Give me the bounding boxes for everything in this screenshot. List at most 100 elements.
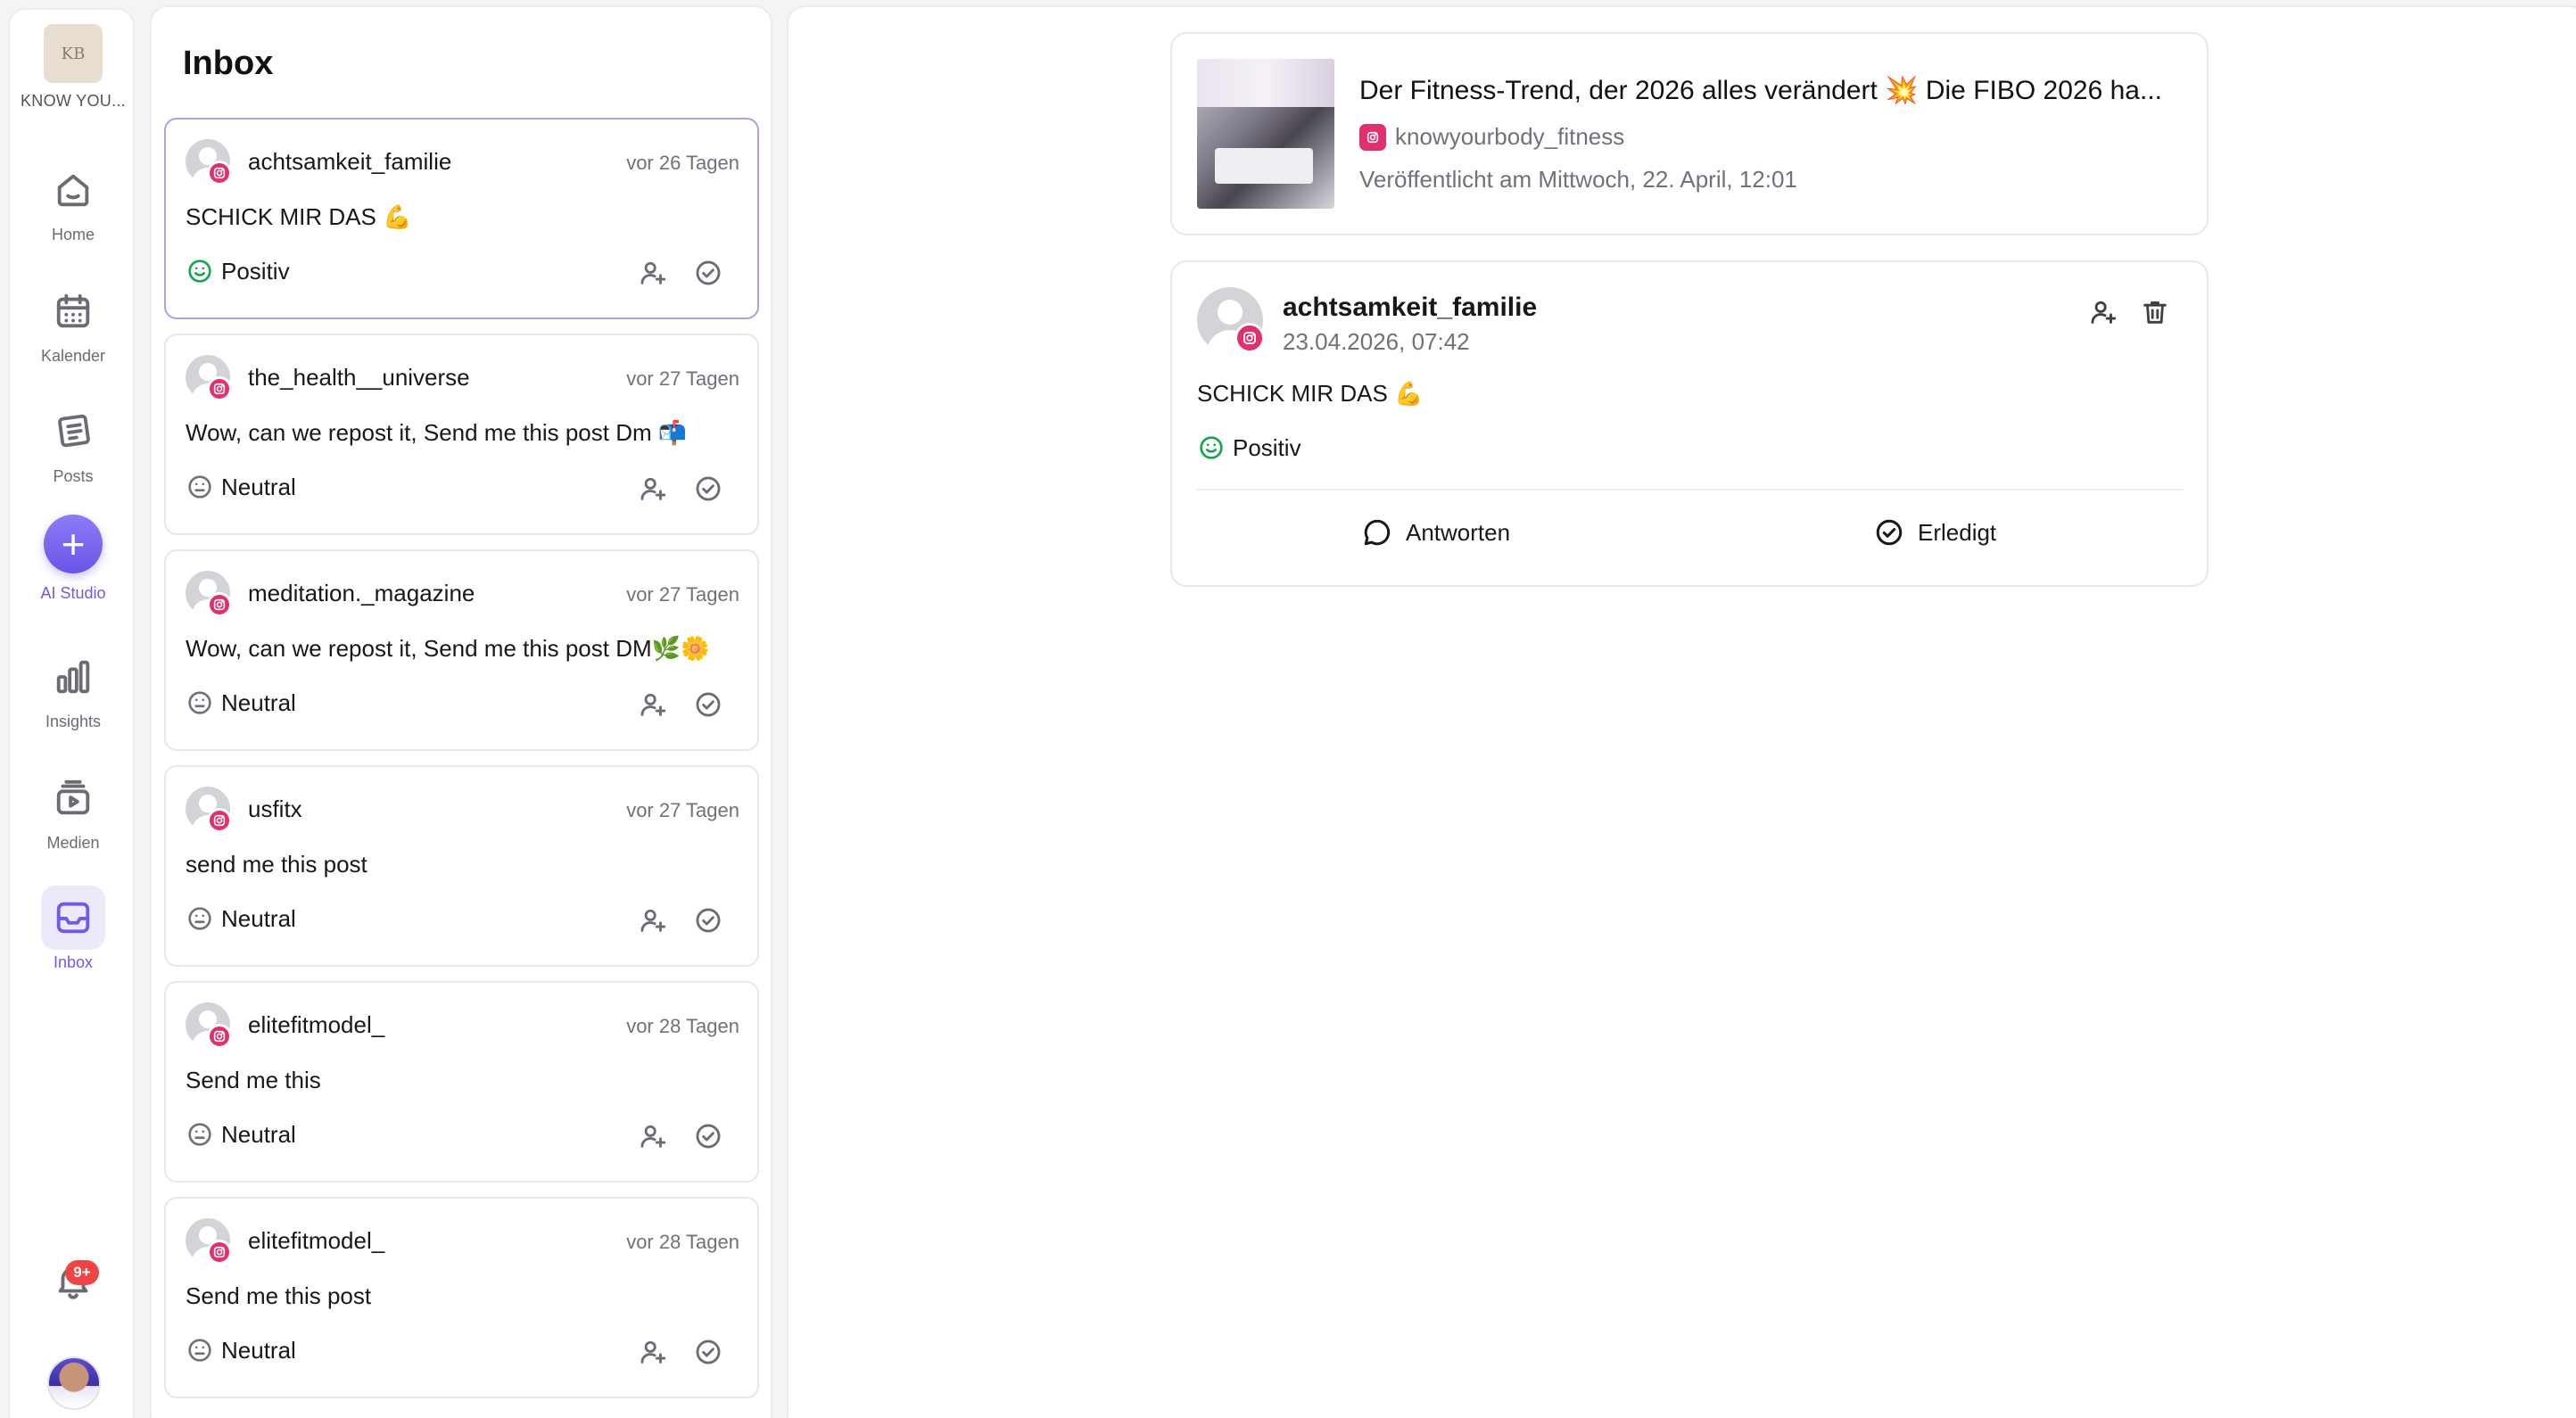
inbox-card-username: elitefitmodel_ [248, 1011, 385, 1038]
check-circle-icon [696, 260, 721, 285]
brand-name: KNOW YOU... [21, 92, 126, 110]
check-circle-icon [1876, 519, 1903, 546]
inbox-card[interactable]: elitefitmodel_ vor 28 Tagen Send me this Ne… [164, 981, 759, 1183]
inbox-card[interactable]: usfitx vor 27 Tagen send me this post Neutr… [164, 765, 759, 967]
post-author-name: knowyourbody_fitness [1395, 123, 1625, 150]
inbox-card[interactable]: elitefitmodel_ vor 28 Tagen Send me this p… [164, 1197, 759, 1398]
nav-item-posts[interactable]: Posts [10, 400, 136, 486]
inbox-panel: Inbox achtsamkeit_familie vor 26 Tagen SCH… [150, 5, 772, 1418]
divider [1197, 489, 2184, 491]
inbox-card-time: vor 26 Tagen [626, 152, 739, 174]
inbox-card-sentiment: Neutral [186, 904, 296, 933]
comment-sentiment: Positiv [1197, 433, 1301, 462]
sentiment-label: Neutral [221, 1120, 296, 1148]
nav-item-inbox[interactable]: Inbox [10, 886, 136, 972]
user-plus-icon [2091, 301, 2117, 324]
inbox-card[interactable]: achtsamkeit_familie vor 26 Tagen SCHICK MI… [164, 118, 759, 319]
user-plus-icon [640, 1125, 666, 1148]
notification-badge: 9+ [65, 1260, 99, 1285]
user-plus-icon [640, 1340, 666, 1364]
assign-user-button[interactable] [637, 1336, 669, 1368]
inbox-card-sentiment: Positiv [186, 257, 290, 285]
assign-user-button[interactable] [637, 688, 669, 721]
instagram-icon [207, 1024, 232, 1049]
nav-item-home[interactable]: Home [10, 158, 136, 244]
reply-button[interactable]: Antworten [1361, 503, 1510, 562]
trash-icon [2143, 301, 2167, 324]
nav-item-insights[interactable]: Insights [10, 645, 136, 731]
post-title: Der Fitness-Trend, der 2026 alles veränd… [1359, 76, 2162, 105]
instagram-icon [207, 808, 232, 833]
brand[interactable]: KB KNOW YOU... [10, 24, 136, 111]
sentiment-label: Neutral [221, 904, 296, 932]
inbox-card[interactable]: meditation._magazine vor 27 Tagen Wow, can… [164, 549, 759, 751]
post-preview-card[interactable]: Der Fitness-Trend, der 2026 alles veränd… [1170, 32, 2209, 235]
chat-bubble-icon [1364, 519, 1391, 546]
inbox-title: Inbox [183, 45, 274, 82]
mark-done-button[interactable] [692, 904, 724, 936]
notifications-button[interactable]: 9+ [10, 1260, 136, 1306]
mark-done-button[interactable] [692, 473, 724, 505]
inbox-card-time: vor 27 Tagen [626, 583, 739, 606]
nav-label-media: Medien [46, 834, 100, 852]
assign-user-button[interactable] [637, 904, 669, 936]
inbox-card-username: the_health__universe [248, 364, 470, 391]
inbox-card-message: Send me this [186, 1067, 321, 1093]
user-plus-icon [640, 261, 666, 284]
smile-icon [1200, 436, 1223, 459]
mark-done-button[interactable] [692, 688, 724, 721]
brand-logo: KB [44, 24, 103, 83]
resolve-button[interactable]: Erledigt [1873, 503, 1996, 562]
app: KB KNOW YOU... Home Kalender Posts + AI … [0, 0, 2576, 1418]
inbox-card-message: Wow, can we repost it, Send me this post… [186, 419, 688, 446]
nav-item-ai-studio[interactable]: + AI Studio [10, 515, 136, 603]
user-avatar[interactable] [47, 1356, 101, 1410]
comment-timestamp: 23.04.2026, 07:42 [1283, 328, 1470, 355]
nav-item-media[interactable]: Medien [10, 766, 136, 853]
nav-rail: KB KNOW YOU... Home Kalender Posts + AI … [8, 8, 135, 1418]
nav-item-calendar[interactable]: Kalender [10, 279, 136, 366]
inbox-card-time: vor 28 Tagen [626, 1231, 739, 1253]
inbox-card-time: vor 27 Tagen [626, 367, 739, 390]
post-published-date: Veröffentlicht am Mittwoch, 22. April, 1… [1359, 166, 1797, 193]
mark-done-button[interactable] [692, 1120, 724, 1152]
inbox-card-time: vor 28 Tagen [626, 1015, 739, 1037]
instagram-icon [207, 592, 232, 617]
sentiment-label: Positiv [221, 257, 290, 284]
assign-user-button[interactable] [2085, 294, 2121, 330]
user-plus-icon [640, 909, 666, 932]
home-icon [41, 158, 105, 222]
inbox-card-time: vor 27 Tagen [626, 799, 739, 821]
reply-label: Antworten [1406, 518, 1511, 546]
nav-label-calendar: Kalender [40, 347, 106, 365]
inbox-card-message: Wow, can we repost it, Send me this post… [186, 635, 710, 662]
comment-sentiment-label: Positiv [1233, 433, 1301, 461]
comment-username: achtsamkeit_familie [1283, 293, 1538, 322]
mark-done-button[interactable] [692, 1336, 724, 1368]
sentiment-label: Neutral [221, 688, 296, 716]
inbox-card[interactable]: the_health__universe vor 27 Tagen Wow, can… [164, 334, 759, 535]
neutral-face-icon [188, 691, 211, 714]
user-plus-icon [640, 477, 666, 500]
comment-message: SCHICK MIR DAS 💪 [1197, 380, 1424, 407]
assign-user-button[interactable] [637, 257, 669, 289]
inbox-card-username: meditation._magazine [248, 580, 475, 606]
assign-user-button[interactable] [637, 1120, 669, 1152]
delete-button[interactable] [2137, 294, 2173, 330]
sentiment-label: Neutral [221, 473, 296, 500]
media-icon [41, 766, 105, 830]
check-circle-icon [696, 692, 721, 717]
inbox-card-message: SCHICK MIR DAS 💪 [186, 203, 412, 230]
inbox-card-sentiment: Neutral [186, 1336, 296, 1364]
inbox-card-username: achtsamkeit_familie [248, 148, 452, 175]
bar-chart-icon [41, 645, 105, 709]
inbox-card-message: Send me this post [186, 1282, 372, 1309]
plus-icon: + [44, 515, 103, 573]
mark-done-button[interactable] [692, 257, 724, 289]
check-circle-icon [696, 1340, 721, 1364]
neutral-face-icon [188, 1339, 211, 1362]
nav-label-insights: Insights [45, 713, 102, 730]
user-plus-icon [640, 693, 666, 716]
inbox-card-sentiment: Neutral [186, 1120, 296, 1149]
assign-user-button[interactable] [637, 473, 669, 505]
